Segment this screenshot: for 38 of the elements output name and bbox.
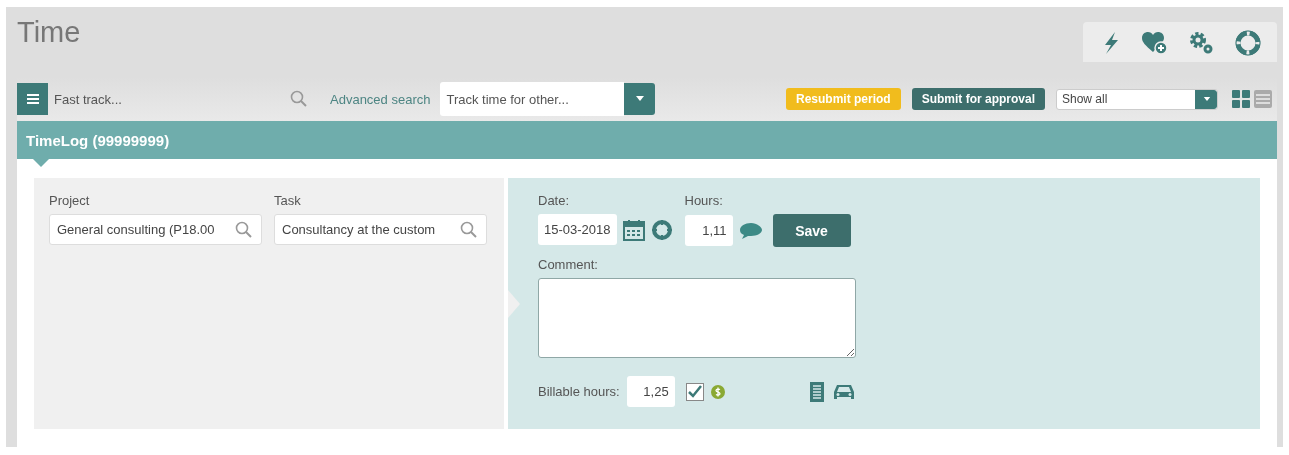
project-label: Project: [49, 193, 91, 208]
target-icon[interactable]: [650, 218, 673, 241]
task-field[interactable]: Consultancy at the custom: [274, 214, 487, 245]
task-label: Task: [274, 193, 302, 208]
show-filter-dropdown[interactable]: Show all: [1056, 88, 1218, 110]
lifebuoy-icon[interactable]: [1235, 30, 1261, 56]
caret-icon: [1203, 96, 1211, 102]
search-icon[interactable]: [235, 220, 253, 239]
date-field[interactable]: 15-03-2018: [538, 214, 617, 245]
page-title: Time: [17, 16, 81, 49]
billable-hours-label: Billable hours:: [538, 384, 620, 399]
panel-pointer-icon: [508, 290, 520, 318]
search-icon[interactable]: [290, 90, 308, 108]
dollar-coin-icon: [710, 384, 725, 399]
caret-icon: [634, 96, 645, 102]
save-button[interactable]: Save: [772, 214, 851, 247]
date-label: Date:: [538, 193, 571, 208]
hours-label: Hours:: [684, 193, 724, 208]
fast-track-field[interactable]: Fast track...: [48, 83, 316, 115]
menu-button[interactable]: [17, 83, 48, 115]
calendar-icon[interactable]: [622, 218, 645, 241]
search-icon[interactable]: [460, 220, 478, 239]
menu-icon: [26, 94, 39, 104]
receipt-icon[interactable]: [809, 380, 825, 403]
hours-field[interactable]: 1,11: [684, 215, 733, 246]
dropdown-button[interactable]: [624, 83, 656, 115]
grid-view-icon[interactable]: [1231, 89, 1251, 109]
panel-title: TimeLog (99999999): [26, 131, 170, 149]
gears-icon[interactable]: [1189, 31, 1215, 55]
comment-label: Comment:: [538, 257, 599, 272]
comment-field[interactable]: [538, 278, 856, 358]
billable-checkbox[interactable]: [685, 382, 704, 401]
track-for-other-field[interactable]: Track time for other...: [440, 82, 625, 116]
speech-bubble-icon[interactable]: [738, 220, 763, 241]
billable-hours-field[interactable]: 1,25: [626, 376, 675, 407]
project-field[interactable]: General consulting (P18.00: [49, 214, 262, 245]
heart-plus-icon[interactable]: [1141, 31, 1169, 55]
submit-for-approval-button[interactable]: Submit for approval: [911, 88, 1045, 110]
